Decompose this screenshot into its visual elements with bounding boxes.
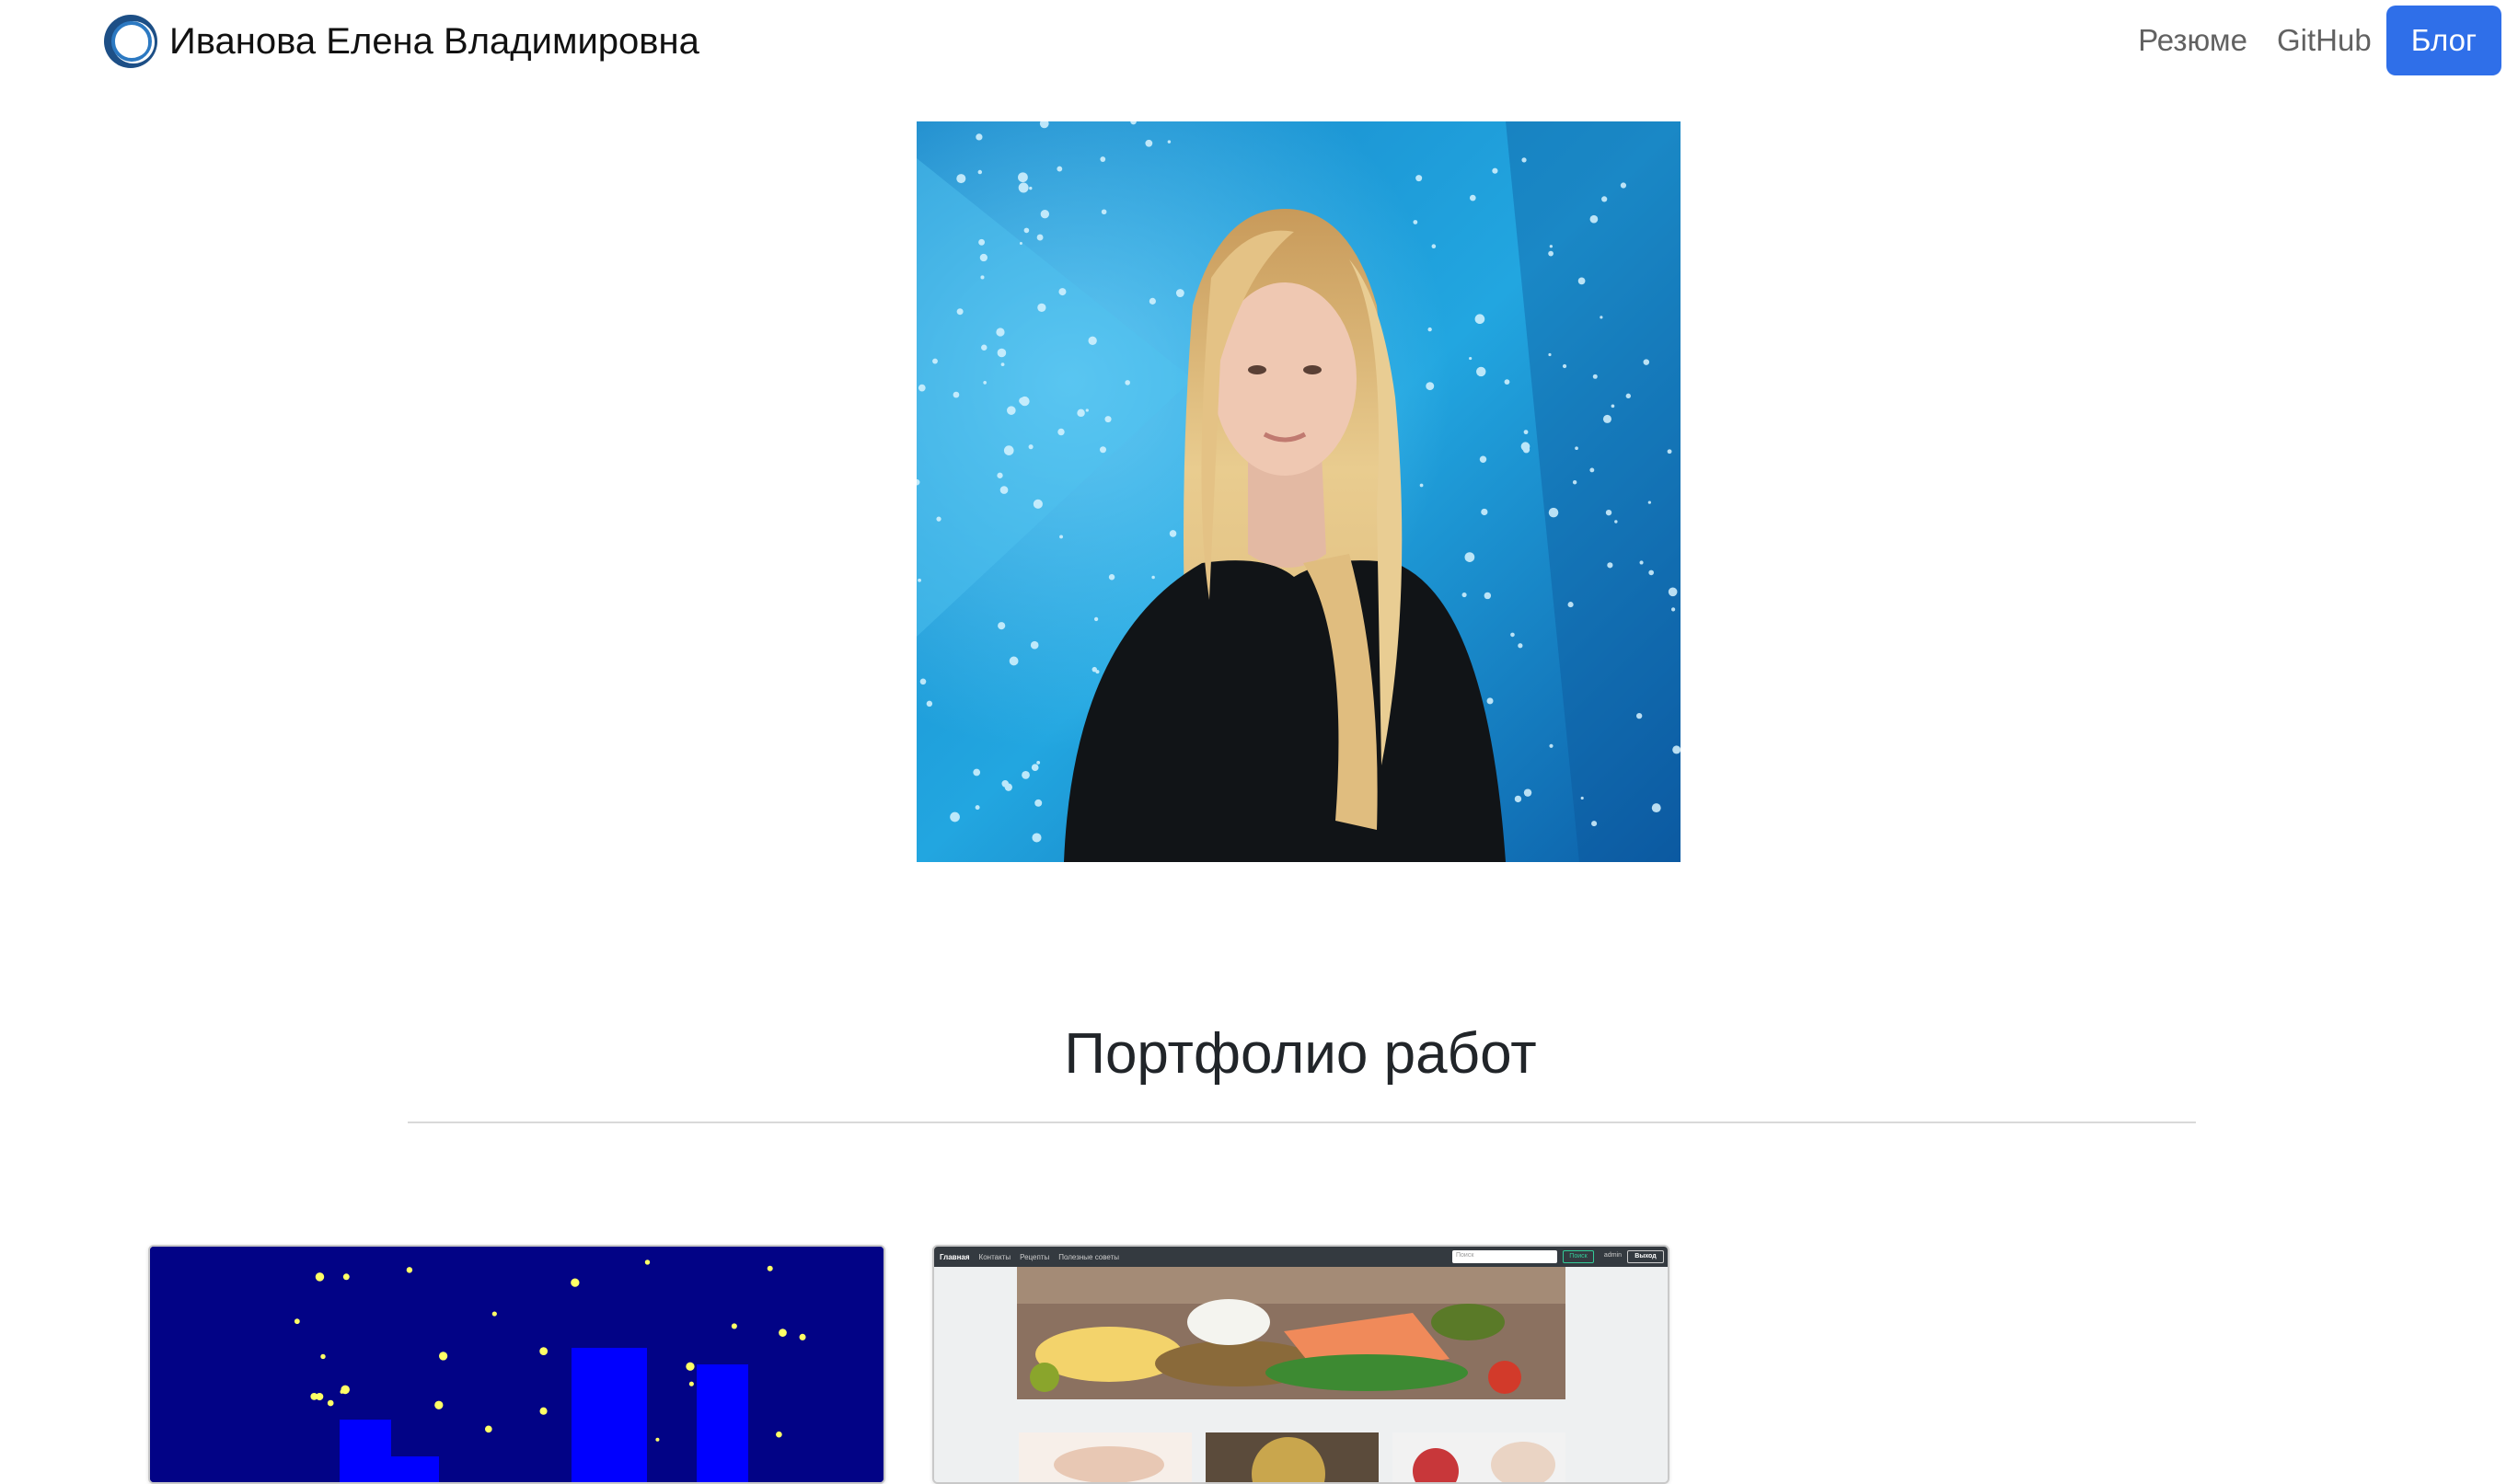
portfolio-title: Портфолио работ xyxy=(1064,1022,1537,1086)
mini-search-input: Поиск xyxy=(1452,1250,1557,1263)
night-city-thumbnail xyxy=(150,1247,884,1482)
nav-links: Резюме GitHub Блог xyxy=(2123,5,2501,76)
mini-nav-contacts: Контакты xyxy=(978,1252,1011,1261)
section-divider xyxy=(408,1122,2196,1123)
nav-link-resume[interactable]: Резюме xyxy=(2123,5,2262,76)
nav-link-github[interactable]: GitHub xyxy=(2262,5,2386,76)
portfolio-card-night-city[interactable] xyxy=(148,1245,885,1484)
mini-search-button: Поиск xyxy=(1563,1250,1594,1263)
navbar: Иванова Елена Владимировна Резюме GitHub… xyxy=(0,0,2518,81)
portfolio-card-food-site[interactable]: Главная Контакты Рецепты Полезные советы… xyxy=(932,1245,1669,1484)
logo-icon xyxy=(104,15,157,68)
brand-link[interactable]: Иванова Елена Владимировна xyxy=(101,11,699,72)
mini-user-label: admin xyxy=(1603,1252,1622,1259)
profile-photo-image xyxy=(917,121,1681,862)
mini-site-navbar: Главная Контакты Рецепты Полезные советы… xyxy=(934,1247,1668,1267)
mini-nav-tips: Полезные советы xyxy=(1058,1252,1120,1261)
mini-nav-recipes: Рецепты xyxy=(1020,1252,1050,1261)
food-site-thumbnail xyxy=(934,1267,1668,1482)
brand-name: Иванова Елена Владимировна xyxy=(169,21,699,62)
blog-button[interactable]: Блог xyxy=(2385,6,2501,75)
profile-photo xyxy=(917,121,1681,862)
mini-nav-home: Главная xyxy=(940,1252,970,1261)
mini-logout-button: Выход xyxy=(1627,1250,1664,1263)
